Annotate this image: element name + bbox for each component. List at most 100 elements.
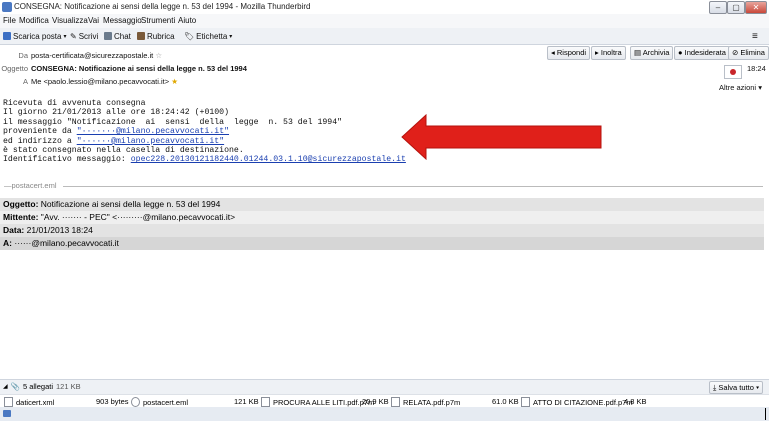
- attachment-name: PROCURA ALLE LITI.pdf.p7m: [273, 397, 375, 407]
- reply-button[interactable]: ◂ Rispondi: [547, 46, 591, 60]
- attachment-item[interactable]: PROCURA ALLE LITI.pdf.p7m: [261, 397, 374, 407]
- body-line-prefix: Identificativo messaggio:: [3, 155, 131, 165]
- address-book-button[interactable]: Rubrica: [137, 30, 175, 42]
- attachment-name: RELATA.pdf.p7m: [403, 397, 461, 407]
- to-value[interactable]: Me <paolo.lessio@milano.pecavvocati.it> …: [31, 77, 178, 86]
- embedded-sender-row: Mittente: "Avv. ······· - PEC" <········…: [0, 211, 764, 224]
- xml-file-icon: [4, 397, 13, 407]
- body-line: proveniente da "·······@milano.pecavvoca…: [3, 127, 406, 136]
- save-all-button[interactable]: ⤓ Salva tutto ▾: [709, 381, 764, 394]
- menu-vai[interactable]: Vai: [88, 16, 99, 25]
- from-address[interactable]: posta-certificata@sicurezzapostale.it: [31, 51, 153, 60]
- thunderbird-app-icon: [2, 2, 12, 12]
- delete-icon: ⊘: [732, 48, 739, 57]
- title-bar: CONSEGNA: Notificazione ai sensi della l…: [0, 0, 769, 14]
- embedded-subject-value: Notificazione ai sensi della legge n. 53…: [40, 199, 221, 209]
- subject-value: CONSEGNA: Notificazione ai sensi della l…: [31, 64, 247, 73]
- body-line: Il giorno 21/01/2013 alle ore 18:24:42 (…: [3, 108, 230, 118]
- p7m-file-icon: [391, 397, 400, 407]
- chevron-down-icon: ▾: [63, 33, 67, 40]
- attachment-item[interactable]: ATTO DI CITAZIONE.pdf.p7m: [521, 397, 633, 407]
- maximize-button[interactable]: ▢: [727, 1, 745, 14]
- forward-button[interactable]: ▸ Inoltra: [591, 46, 626, 60]
- archive-icon: ▤: [634, 48, 642, 57]
- body-line: il messaggio "Notificazione ai sensi del…: [3, 117, 343, 127]
- recipient-email-link[interactable]: "······@milano.pecavvocati.it": [77, 137, 224, 146]
- p7m-file-icon: [521, 397, 530, 407]
- attachment-name: daticert.xml: [16, 397, 55, 407]
- embedded-to-value: ······@milano.pecavvocati.it: [14, 238, 119, 248]
- junk-label: Indesiderata: [684, 48, 726, 57]
- star-icon[interactable]: ☆: [155, 51, 162, 60]
- pencil-icon: ✎: [70, 31, 77, 41]
- attachment-size: 4.8 KB: [624, 397, 647, 406]
- attachment-item[interactable]: RELATA.pdf.p7m: [391, 397, 460, 407]
- get-mail-button[interactable]: Scarica posta ▾: [3, 30, 66, 42]
- attachment-size: 903 bytes: [96, 397, 129, 406]
- attachment-item[interactable]: postacert.eml: [131, 397, 188, 407]
- reply-icon: ◂: [551, 48, 555, 57]
- close-window-button[interactable]: ✕: [745, 1, 767, 14]
- embedded-date-row: Data: 21/01/2013 18:24: [0, 224, 764, 237]
- message-body: Ricevuta di avvenuta consegna Il giorno 2…: [3, 99, 406, 165]
- attachments-total-size: 121 KB: [56, 382, 81, 391]
- message-id-link[interactable]: opec228.20130121182440.01244.03.1.10@sic…: [131, 155, 406, 164]
- body-line-prefix: proveniente da: [3, 127, 77, 137]
- body-line: Identificativo messaggio: opec228.201301…: [3, 155, 406, 164]
- arrow-shape: [401, 114, 602, 160]
- attachment-bar: ◢ 📎 5 allegati 121 KB ⤓ Salva tutto ▾: [0, 379, 769, 394]
- embedded-date-label: Data:: [3, 225, 25, 235]
- status-bar: [0, 407, 769, 421]
- body-line-prefix: ed indirizzo a: [3, 136, 77, 146]
- minimize-button[interactable]: –: [709, 1, 727, 14]
- subject-label: Oggetto: [1, 64, 28, 73]
- menu-modifica[interactable]: Modifica: [19, 16, 49, 25]
- write-button[interactable]: ✎ Scrivi: [70, 30, 98, 42]
- embedded-subject-row: Oggetto: Notificazione ai sensi della le…: [0, 198, 764, 211]
- attachment-item[interactable]: daticert.xml: [4, 397, 54, 407]
- attachments-toggle[interactable]: ◢ 📎 5 allegati 121 KB: [3, 382, 81, 391]
- tag-button[interactable]: 🏷 Etichetta ▾: [184, 30, 232, 42]
- chevron-down-icon: ▾: [755, 383, 760, 392]
- security-badge-button[interactable]: [724, 65, 742, 79]
- menu-aiuto[interactable]: Aiuto: [178, 16, 196, 25]
- address-book-label: Rubrica: [147, 31, 175, 41]
- attachments-count: 5 allegati: [22, 382, 53, 391]
- archive-button[interactable]: ▤ Archivia: [630, 46, 674, 60]
- junk-icon: ●: [678, 48, 683, 57]
- junk-button[interactable]: ● Indesiderata: [674, 46, 730, 60]
- star-icon[interactable]: ★: [171, 77, 178, 86]
- activity-icon[interactable]: [3, 410, 11, 417]
- save-all-label: Salva tutto: [718, 383, 754, 392]
- attachment-size: 61.0 KB: [492, 397, 519, 406]
- other-actions-button[interactable]: Altre azioni ▾: [719, 83, 762, 92]
- embedded-date-value: 21/01/2013 18:24: [26, 225, 93, 235]
- separator-label: postacert.eml: [11, 181, 57, 190]
- tag-icon: 🏷: [184, 31, 195, 41]
- from-value[interactable]: posta-certificata@sicurezzapostale.it ☆: [31, 51, 162, 60]
- app-menu-button[interactable]: ≡: [752, 30, 758, 42]
- menu-messaggio[interactable]: Messaggio: [103, 16, 142, 25]
- embedded-sender-value: "Avv. ······· - PEC" <·········@milano.p…: [40, 212, 236, 222]
- forward-icon: ▸: [595, 48, 599, 57]
- to-address[interactable]: Me <paolo.lessio@milano.pecavvocati.it>: [31, 77, 169, 86]
- collapse-triangle-icon: ◢: [3, 384, 8, 390]
- embedded-subject-label: Oggetto:: [3, 199, 39, 209]
- sender-email-link[interactable]: "·······@milano.pecavvocati.it": [77, 127, 229, 136]
- address-book-icon: [137, 32, 145, 40]
- other-actions-label: Altre azioni: [719, 83, 757, 92]
- menu-strumenti[interactable]: Strumenti: [141, 16, 175, 25]
- menu-visualizza[interactable]: Visualizza: [52, 16, 88, 25]
- to-label: A: [22, 77, 28, 86]
- attachment-size: 20.9 KB: [362, 397, 389, 406]
- eml-file-icon: [131, 397, 140, 407]
- delete-button[interactable]: ⊘ Elimina: [728, 46, 769, 60]
- hamburger-icon: ≡: [752, 30, 758, 42]
- archive-label: Archivia: [642, 48, 670, 57]
- from-label: Da: [18, 51, 28, 60]
- reply-label: Rispondi: [556, 48, 587, 57]
- attachment-size: 121 KB: [234, 397, 259, 406]
- body-line: ed indirizzo a "······@milano.pecavvocat…: [3, 137, 406, 146]
- menu-file[interactable]: File: [3, 16, 16, 25]
- chat-button[interactable]: Chat: [104, 30, 131, 42]
